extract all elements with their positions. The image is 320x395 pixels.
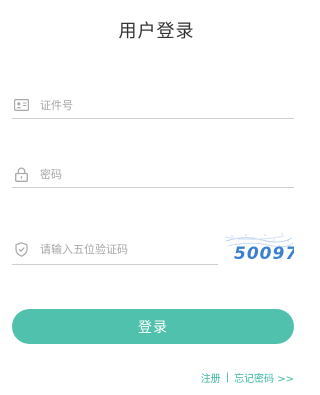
lock-icon xyxy=(13,166,29,182)
register-link[interactable]: 注册 xyxy=(201,370,221,385)
captcha-text: 50097 xyxy=(234,244,294,264)
id-number-input[interactable] xyxy=(40,98,240,112)
verification-code-input[interactable] xyxy=(40,243,218,256)
captcha-image[interactable]: 50097 xyxy=(224,232,297,264)
shield-icon xyxy=(13,242,29,258)
forgot-password-link[interactable]: 忘记密码 >> xyxy=(234,370,294,385)
verification-code-field[interactable] xyxy=(12,235,218,265)
footer-links: 注册 | 忘记密码 >> xyxy=(201,370,294,385)
link-separator: | xyxy=(225,372,230,383)
password-field[interactable] xyxy=(12,161,294,188)
id-card-icon xyxy=(13,97,29,113)
login-button[interactable]: 登录 xyxy=(12,309,294,344)
page-title: 用户登录 xyxy=(118,21,195,42)
id-number-field[interactable] xyxy=(12,92,294,119)
password-input[interactable] xyxy=(40,167,240,181)
